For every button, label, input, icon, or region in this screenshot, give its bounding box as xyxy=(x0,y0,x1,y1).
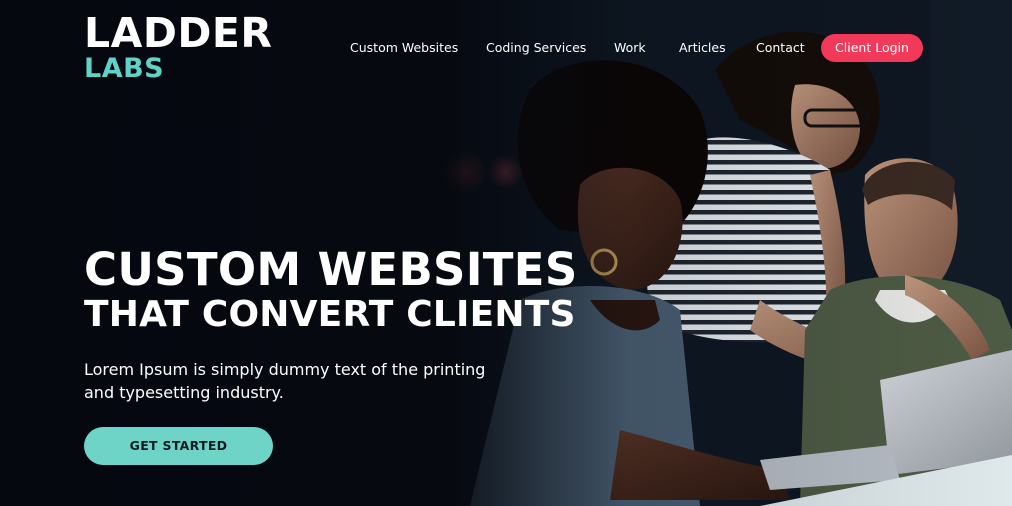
nav-link-work[interactable]: Work xyxy=(614,40,646,55)
nav-link-custom-websites[interactable]: Custom Websites xyxy=(350,40,458,55)
nav-link-articles[interactable]: Articles xyxy=(679,40,726,55)
nav-link-coding-services[interactable]: Coding Services xyxy=(486,40,586,55)
get-started-button[interactable]: GET STARTED xyxy=(84,427,273,465)
main-nav: Custom Websites Coding Services Work Art… xyxy=(0,34,1012,62)
client-login-button[interactable]: Client Login xyxy=(821,34,923,62)
hero-subtext: Lorem Ipsum is simply dummy text of the … xyxy=(84,360,486,402)
headline-line2: THAT CONVERT CLIENTS xyxy=(84,294,576,335)
hero-headline: CUSTOM WEBSITES THAT CONVERT CLIENTS xyxy=(84,245,578,335)
headline-line1: CUSTOM WEBSITES xyxy=(84,243,578,296)
hero-section: LADDER LABS Custom Websites Coding Servi… xyxy=(0,0,1012,506)
nav-link-contact[interactable]: Contact xyxy=(756,40,805,55)
